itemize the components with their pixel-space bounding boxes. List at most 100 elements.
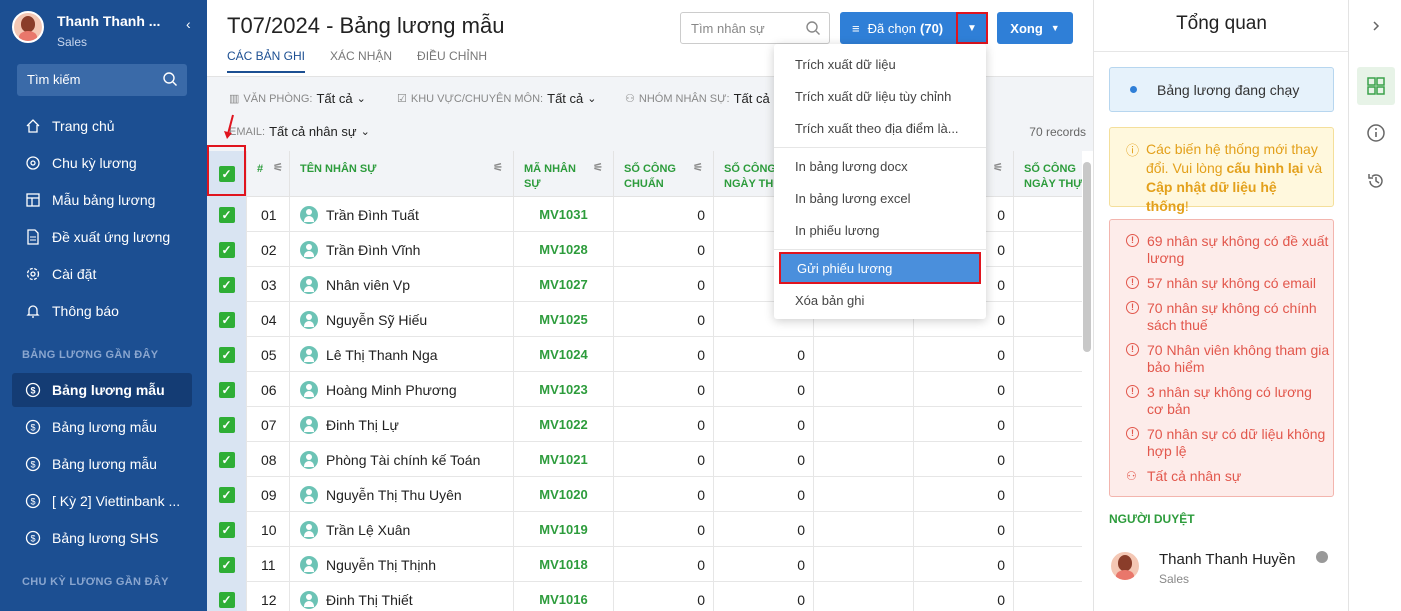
empty-cell: [1014, 442, 1082, 477]
row-checkbox[interactable]: ✓: [218, 276, 235, 293]
search-icon: [162, 71, 178, 90]
menu-item-export-by-location[interactable]: Trích xuất theo địa điểm là...: [774, 112, 986, 144]
menu-item-export-data[interactable]: Trích xuất dữ liệu: [774, 48, 986, 80]
building-icon: ▥: [229, 93, 240, 105]
sidebar-item-recent-4[interactable]: $ [ Kỳ 2] Viettinbank ...: [12, 484, 192, 518]
row-checkbox[interactable]: ✓: [218, 346, 235, 363]
sidebar-item-notifications[interactable]: Thông báo: [12, 294, 192, 328]
employee-search-input[interactable]: Tìm nhân sự: [680, 12, 830, 44]
sidebar-item-recent-1[interactable]: $ Bảng lương mẫu: [12, 373, 192, 407]
group-filter[interactable]: ⚇ NHÓM NHÂN SỰ: Tất cả: [625, 91, 770, 106]
error-item[interactable]: ! 70 nhân sự không có chính sách thuế: [1126, 300, 1331, 334]
sidebar-item-home[interactable]: Trang chủ: [12, 109, 192, 143]
row-checkbox[interactable]: ✓: [218, 486, 235, 503]
approver-heading: NGƯỜI DUYỆT: [1109, 512, 1195, 526]
row-checkbox[interactable]: ✓: [218, 416, 235, 433]
error-item[interactable]: ! 70 nhân sự có dữ liệu không hợp lệ: [1126, 426, 1331, 460]
header-standard-days[interactable]: SỐ CÔNG CHUẨN ⚟: [614, 151, 714, 197]
employee-name-cell[interactable]: Nguyễn Thị Thịnh: [290, 547, 514, 582]
row-checkbox[interactable]: ✓: [218, 556, 235, 573]
table-row[interactable]: ✓ 07 Đinh Thị Lự MV1022 0 0 0: [207, 407, 1082, 442]
menu-item-delete-records[interactable]: Xóa bản ghi: [774, 284, 986, 316]
tab-confirmation[interactable]: XÁC NHẬN: [330, 49, 392, 73]
sidebar-item-payroll-template[interactable]: Mẫu bảng lương: [12, 183, 192, 217]
table-scrollbar[interactable]: [1083, 162, 1091, 352]
header-name[interactable]: TÊN NHÂN SỰ ⚟: [290, 151, 514, 197]
employee-name-cell[interactable]: Nhân viên Vp: [290, 267, 514, 302]
done-button[interactable]: Xong ▼: [997, 12, 1073, 44]
employee-code: MV1023: [514, 372, 614, 407]
row-checkbox[interactable]: ✓: [218, 521, 235, 538]
tab-records[interactable]: CÁC BẢN GHI: [227, 49, 306, 73]
row-checkbox[interactable]: ✓: [218, 591, 235, 608]
employee-name-cell[interactable]: Trần Lệ Xuân: [290, 512, 514, 547]
status-dot: [1316, 551, 1328, 563]
info-icon[interactable]: [1357, 114, 1395, 152]
error-item[interactable]: ! 3 nhân sự không có lương cơ bản: [1126, 384, 1331, 418]
all-staff-link[interactable]: ⚇ Tất cả nhân sự: [1126, 468, 1331, 485]
sidebar-item-recent-2[interactable]: $ Bảng lương mẫu: [12, 410, 192, 444]
grid-icon[interactable]: [1357, 67, 1395, 105]
office-filter[interactable]: ▥ VĂN PHÒNG: Tất cả ⌄: [229, 91, 366, 106]
header-code[interactable]: MÃ NHÂN SỰ ⚟: [514, 151, 614, 197]
employee-name-cell[interactable]: Đinh Thị Lự: [290, 407, 514, 442]
menu-item-print-payslip[interactable]: In phiếu lương: [774, 214, 986, 246]
row-checkbox[interactable]: ✓: [218, 451, 235, 468]
table-row[interactable]: ✓ 10 Trần Lệ Xuân MV1019 0 0 0: [207, 512, 1082, 547]
sidebar-item-payroll-cycle[interactable]: Chu kỳ lương: [12, 146, 192, 180]
user-profile[interactable]: Thanh Thanh ... Sales: [12, 11, 202, 51]
employee-name-cell[interactable]: Nguyễn Thị Thu Uyên: [290, 477, 514, 512]
menu-item-print-excel[interactable]: In bảng lương excel: [774, 182, 986, 214]
standard-days-value: 0: [614, 302, 714, 337]
chevron-right-icon[interactable]: [1357, 7, 1395, 45]
table-row[interactable]: ✓ 09 Nguyễn Thị Thu Uyên MV1020 0 0 0: [207, 477, 1082, 512]
row-checkbox[interactable]: ✓: [218, 381, 235, 398]
table-row[interactable]: ✓ 12 Đinh Thị Thiết MV1016 0 0 0: [207, 582, 1082, 611]
approver[interactable]: Thanh Thanh Huyền Sales: [1109, 548, 1334, 588]
table-row[interactable]: ✓ 08 Phòng Tài chính kế Toán MV1021 0 0 0: [207, 442, 1082, 477]
employee-name-cell[interactable]: Đinh Thị Thiết: [290, 582, 514, 611]
menu-item-export-custom[interactable]: Trích xuất dữ liệu tùy chỉnh: [774, 80, 986, 112]
sidebar-item-salary-advance[interactable]: Đề xuất ứng lương: [12, 220, 192, 254]
employee-name-cell[interactable]: Trần Đình Tuất: [290, 197, 514, 232]
sidebar-search[interactable]: Tìm kiếm: [17, 64, 187, 96]
table-row[interactable]: ✓ 11 Nguyễn Thị Thịnh MV1018 0 0 0: [207, 547, 1082, 582]
error-icon: !: [1126, 385, 1139, 398]
menu-item-send-payslip[interactable]: Gửi phiếu lương: [779, 252, 981, 284]
table-row[interactable]: ✓ 06 Hoàng Minh Phương MV1023 0 0 0: [207, 372, 1082, 407]
employee-name-cell[interactable]: Phòng Tài chính kế Toán: [290, 442, 514, 477]
row-checkbox[interactable]: ✓: [218, 311, 235, 328]
table-row[interactable]: ✓ 05 Lê Thị Thanh Nga MV1024 0 0 0: [207, 337, 1082, 372]
filter-icon[interactable]: ⚟: [993, 161, 1003, 176]
employee-name-cell[interactable]: Hoàng Minh Phương: [290, 372, 514, 407]
collapse-sidebar-icon[interactable]: ‹: [186, 16, 191, 32]
email-filter[interactable]: EMAIL: Tất cả nhân sự ⌄: [229, 124, 370, 139]
error-item[interactable]: ! 70 Nhân viên không tham gia bảo hiểm: [1126, 342, 1331, 376]
history-icon[interactable]: [1357, 162, 1395, 200]
actions-dropdown-button[interactable]: ▼: [956, 12, 988, 44]
area-filter[interactable]: ☑ KHU VỰC/CHUYÊN MÔN: Tất cả ⌄: [397, 91, 596, 106]
employee-name-cell[interactable]: Trần Đình Vĩnh: [290, 232, 514, 267]
tab-adjustment[interactable]: ĐIỀU CHỈNH: [417, 49, 487, 73]
employee-name-cell[interactable]: Lê Thị Thanh Nga: [290, 337, 514, 372]
error-item[interactable]: ! 57 nhân sự không có email: [1126, 275, 1331, 292]
sidebar-item-recent-5[interactable]: $ Bảng lương SHS: [12, 521, 192, 555]
filter-icon[interactable]: ⚟: [273, 161, 283, 176]
filter-icon[interactable]: ⚟: [593, 161, 603, 176]
menu-item-print-docx[interactable]: In bảng lương docx: [774, 150, 986, 182]
employee-name-cell[interactable]: Nguyễn Sỹ Hiếu: [290, 302, 514, 337]
reconfigure-link[interactable]: cấu hình lại: [1226, 160, 1303, 176]
row-select-cell: ✓: [207, 582, 247, 611]
header-no[interactable]: # ⚟: [247, 151, 290, 197]
filter-icon[interactable]: ⚟: [693, 161, 703, 176]
row-checkbox[interactable]: ✓: [218, 206, 235, 223]
sidebar-item-settings[interactable]: Cài đặt: [12, 257, 192, 291]
filter-icon[interactable]: ⚟: [493, 161, 503, 176]
users-icon: ⚇: [625, 93, 635, 105]
header-actual-days-2[interactable]: SỐ CÔNG NGÀY THỰC: [1014, 151, 1082, 197]
row-checkbox[interactable]: ✓: [218, 241, 235, 258]
error-item[interactable]: ! 69 nhân sự không có đề xuất lương: [1126, 233, 1331, 267]
update-system-data-link[interactable]: Cập nhật dữ liệu hệ thống: [1146, 179, 1277, 214]
employee-name: Đinh Thị Lự: [326, 416, 399, 433]
sidebar-item-recent-3[interactable]: $ Bảng lương mẫu: [12, 447, 192, 481]
